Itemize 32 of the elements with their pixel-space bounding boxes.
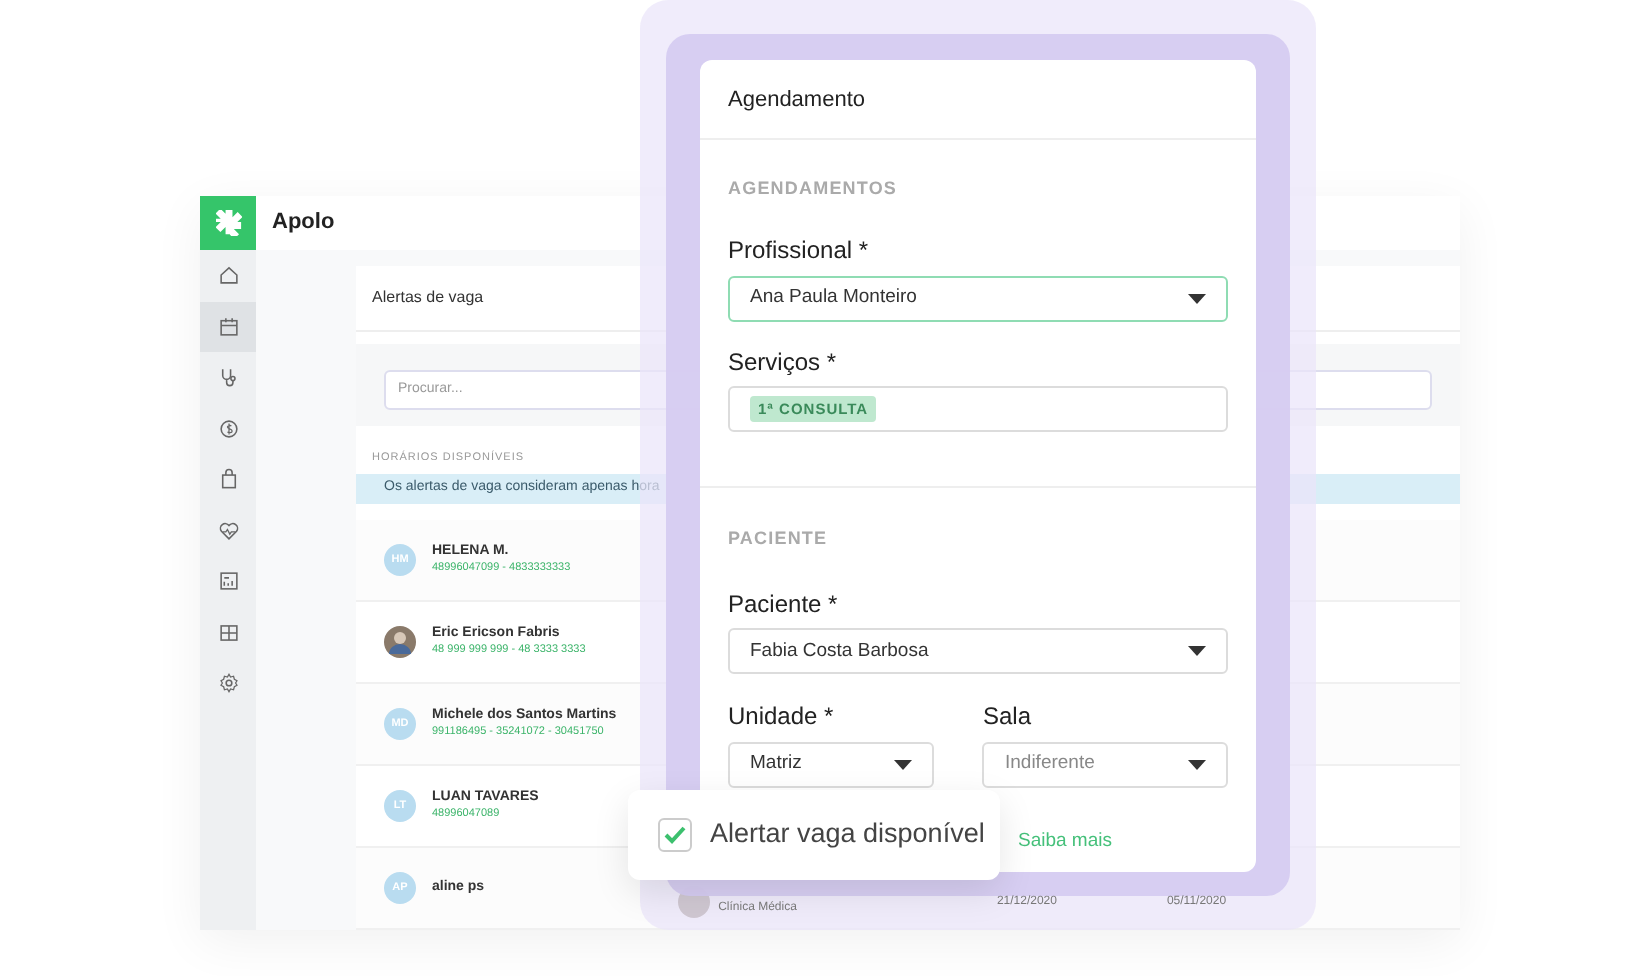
- field-label: Paciente *: [728, 589, 840, 619]
- avatar-silhouette: [384, 626, 416, 658]
- grid-icon: [217, 621, 239, 644]
- stethoscope-icon: [217, 366, 239, 389]
- select-field[interactable]: Indiferente: [982, 741, 1228, 788]
- app-name: Apolo: [272, 208, 335, 239]
- checkbox[interactable]: [658, 818, 692, 852]
- caret-icon: [1188, 646, 1206, 657]
- modal-title: Agendamento: [728, 86, 867, 116]
- card-title: Alertas de vaga: [372, 288, 484, 306]
- heart-pulse-icon: [217, 519, 239, 542]
- field-label: Serviços *: [728, 347, 839, 377]
- caret-icon: [1188, 293, 1206, 304]
- sidebar-item[interactable]: [200, 301, 256, 352]
- select-field[interactable]: Matriz: [728, 741, 935, 788]
- section-heading: AGENDAMENTOS: [728, 177, 900, 199]
- section-heading: PACIENTE: [728, 528, 830, 550]
- field-label: Profissional *: [728, 236, 871, 266]
- report-icon: [217, 570, 239, 593]
- checkbox-label[interactable]: Alertar vaga disponível: [710, 814, 985, 856]
- field-label: Unidade *: [728, 702, 836, 732]
- caret-icon: [894, 759, 913, 770]
- calendar-icon: [217, 315, 239, 338]
- check-icon: [664, 826, 686, 844]
- select-field[interactable]: Fabia Costa Barbosa: [728, 628, 1228, 675]
- bag-icon: [217, 468, 239, 491]
- coin-icon: [217, 417, 239, 440]
- settings-icon: [217, 672, 239, 695]
- home-icon: [217, 264, 239, 287]
- select-field[interactable]: Ana Paula Monteiro: [728, 275, 1228, 322]
- field-label: Sala: [982, 702, 1034, 732]
- caret-icon: [1188, 759, 1206, 770]
